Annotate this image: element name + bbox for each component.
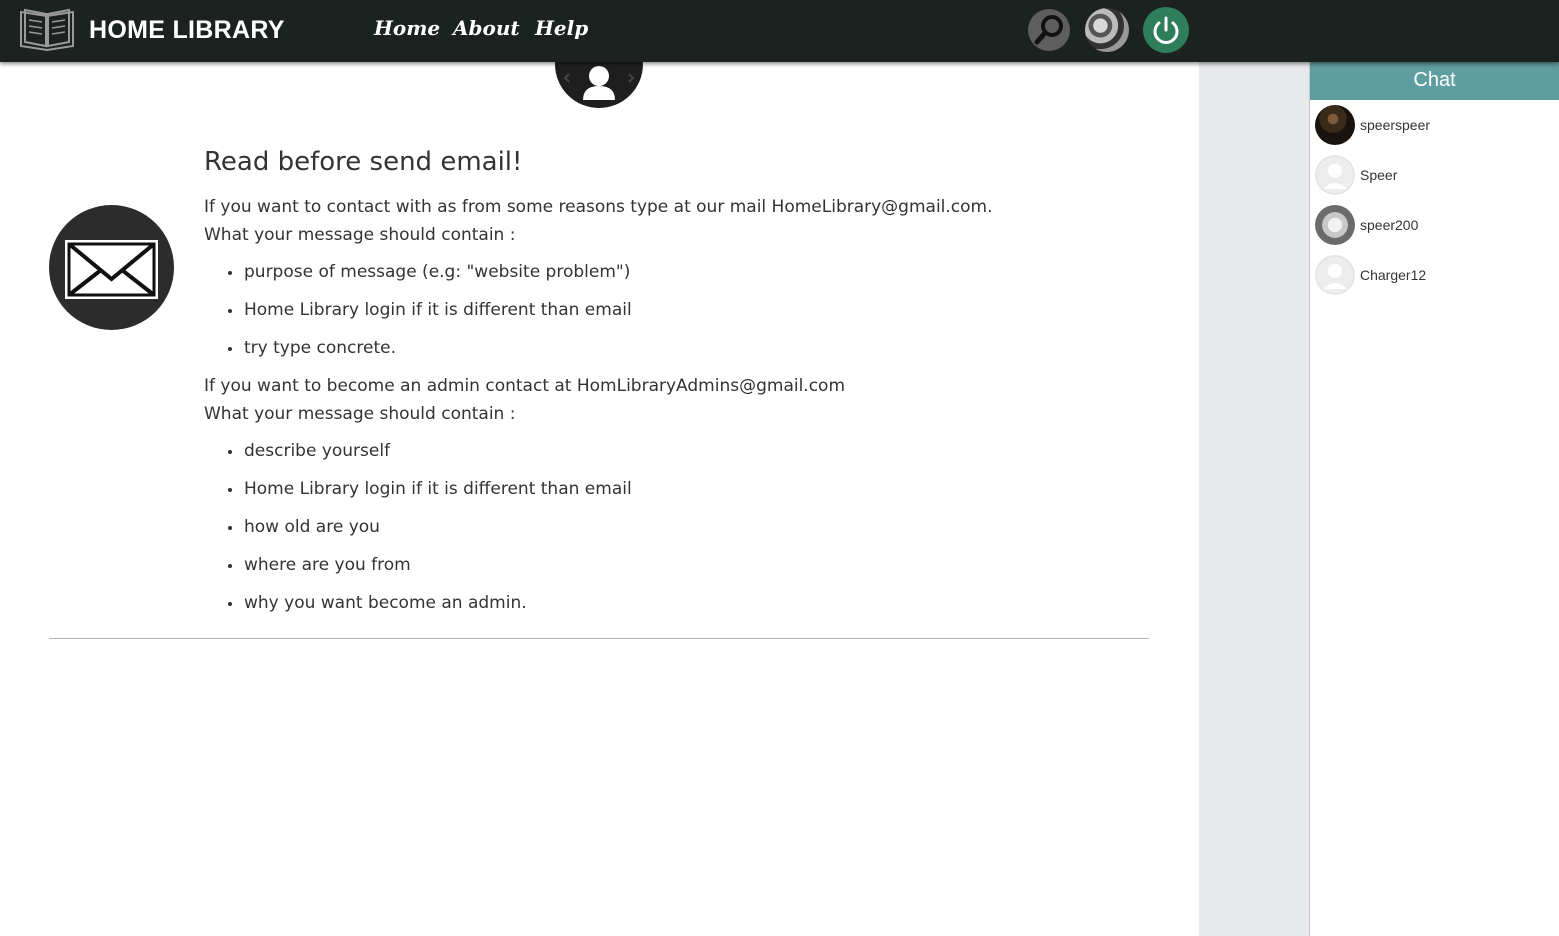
search-icon bbox=[1034, 15, 1063, 45]
list-item: Home Library login if it is different th… bbox=[228, 291, 1144, 329]
search-button[interactable] bbox=[1028, 9, 1070, 51]
chat-user-name: speer200 bbox=[1360, 217, 1419, 233]
user-avatar bbox=[1315, 105, 1355, 145]
contact-requirements-list: purpose of message (e.g: "website proble… bbox=[204, 253, 1144, 367]
list-item: describe yourself bbox=[228, 432, 1144, 470]
chat-header[interactable]: Chat bbox=[1310, 62, 1559, 100]
power-icon bbox=[1153, 16, 1179, 44]
chat-user-item[interactable]: speerspeer bbox=[1310, 100, 1559, 150]
list-item: why you want become an admin. bbox=[228, 584, 1144, 622]
envelope-icon bbox=[49, 205, 174, 330]
logout-button[interactable] bbox=[1143, 7, 1189, 53]
list-item: how old are you bbox=[228, 508, 1144, 546]
chat-user-item[interactable]: Speer bbox=[1310, 150, 1559, 200]
admin-requirements-list: describe yourself Home Library login if … bbox=[204, 432, 1144, 622]
page-title: Read before send email! bbox=[204, 147, 523, 177]
brand-title[interactable]: HOME LIBRARY bbox=[89, 16, 285, 45]
contact-intro: If you want to contact with as from some… bbox=[204, 197, 993, 217]
list-item: try type concrete. bbox=[228, 329, 1144, 367]
user-avatar[interactable] bbox=[1085, 8, 1129, 52]
email-instructions: Read before send email! If you want to c… bbox=[204, 142, 1144, 627]
admin-requirements-label: What your message should contain : bbox=[204, 404, 516, 424]
list-item: where are you from bbox=[228, 546, 1144, 584]
chat-panel: Chat speerspeer Speer speer200 Charger12 bbox=[1309, 62, 1559, 936]
nav-help-link[interactable]: Help bbox=[535, 16, 588, 40]
list-item: Home Library login if it is different th… bbox=[228, 470, 1144, 508]
user-avatar bbox=[1315, 205, 1355, 245]
default-user-icon bbox=[1315, 255, 1355, 295]
chat-user-name: Charger12 bbox=[1360, 267, 1427, 283]
default-user-icon bbox=[1315, 155, 1355, 195]
open-book-icon[interactable] bbox=[17, 6, 77, 52]
nav-home-link[interactable]: Home bbox=[374, 16, 440, 40]
side-gutter bbox=[1199, 62, 1309, 936]
content-divider bbox=[49, 638, 1149, 639]
admin-intro: If you want to become an admin contact a… bbox=[204, 376, 846, 396]
contact-requirements-label: What your message should contain : bbox=[204, 225, 516, 245]
chat-user-item[interactable]: Charger12 bbox=[1310, 250, 1559, 300]
top-navigation-bar: HOME LIBRARY Home About Help bbox=[0, 0, 1559, 62]
nav-about-link[interactable]: About bbox=[453, 16, 520, 40]
chat-user-item[interactable]: speer200 bbox=[1310, 200, 1559, 250]
list-item: purpose of message (e.g: "website proble… bbox=[228, 253, 1144, 291]
chat-user-name: speerspeer bbox=[1360, 117, 1431, 133]
chat-user-name: Speer bbox=[1360, 167, 1398, 183]
